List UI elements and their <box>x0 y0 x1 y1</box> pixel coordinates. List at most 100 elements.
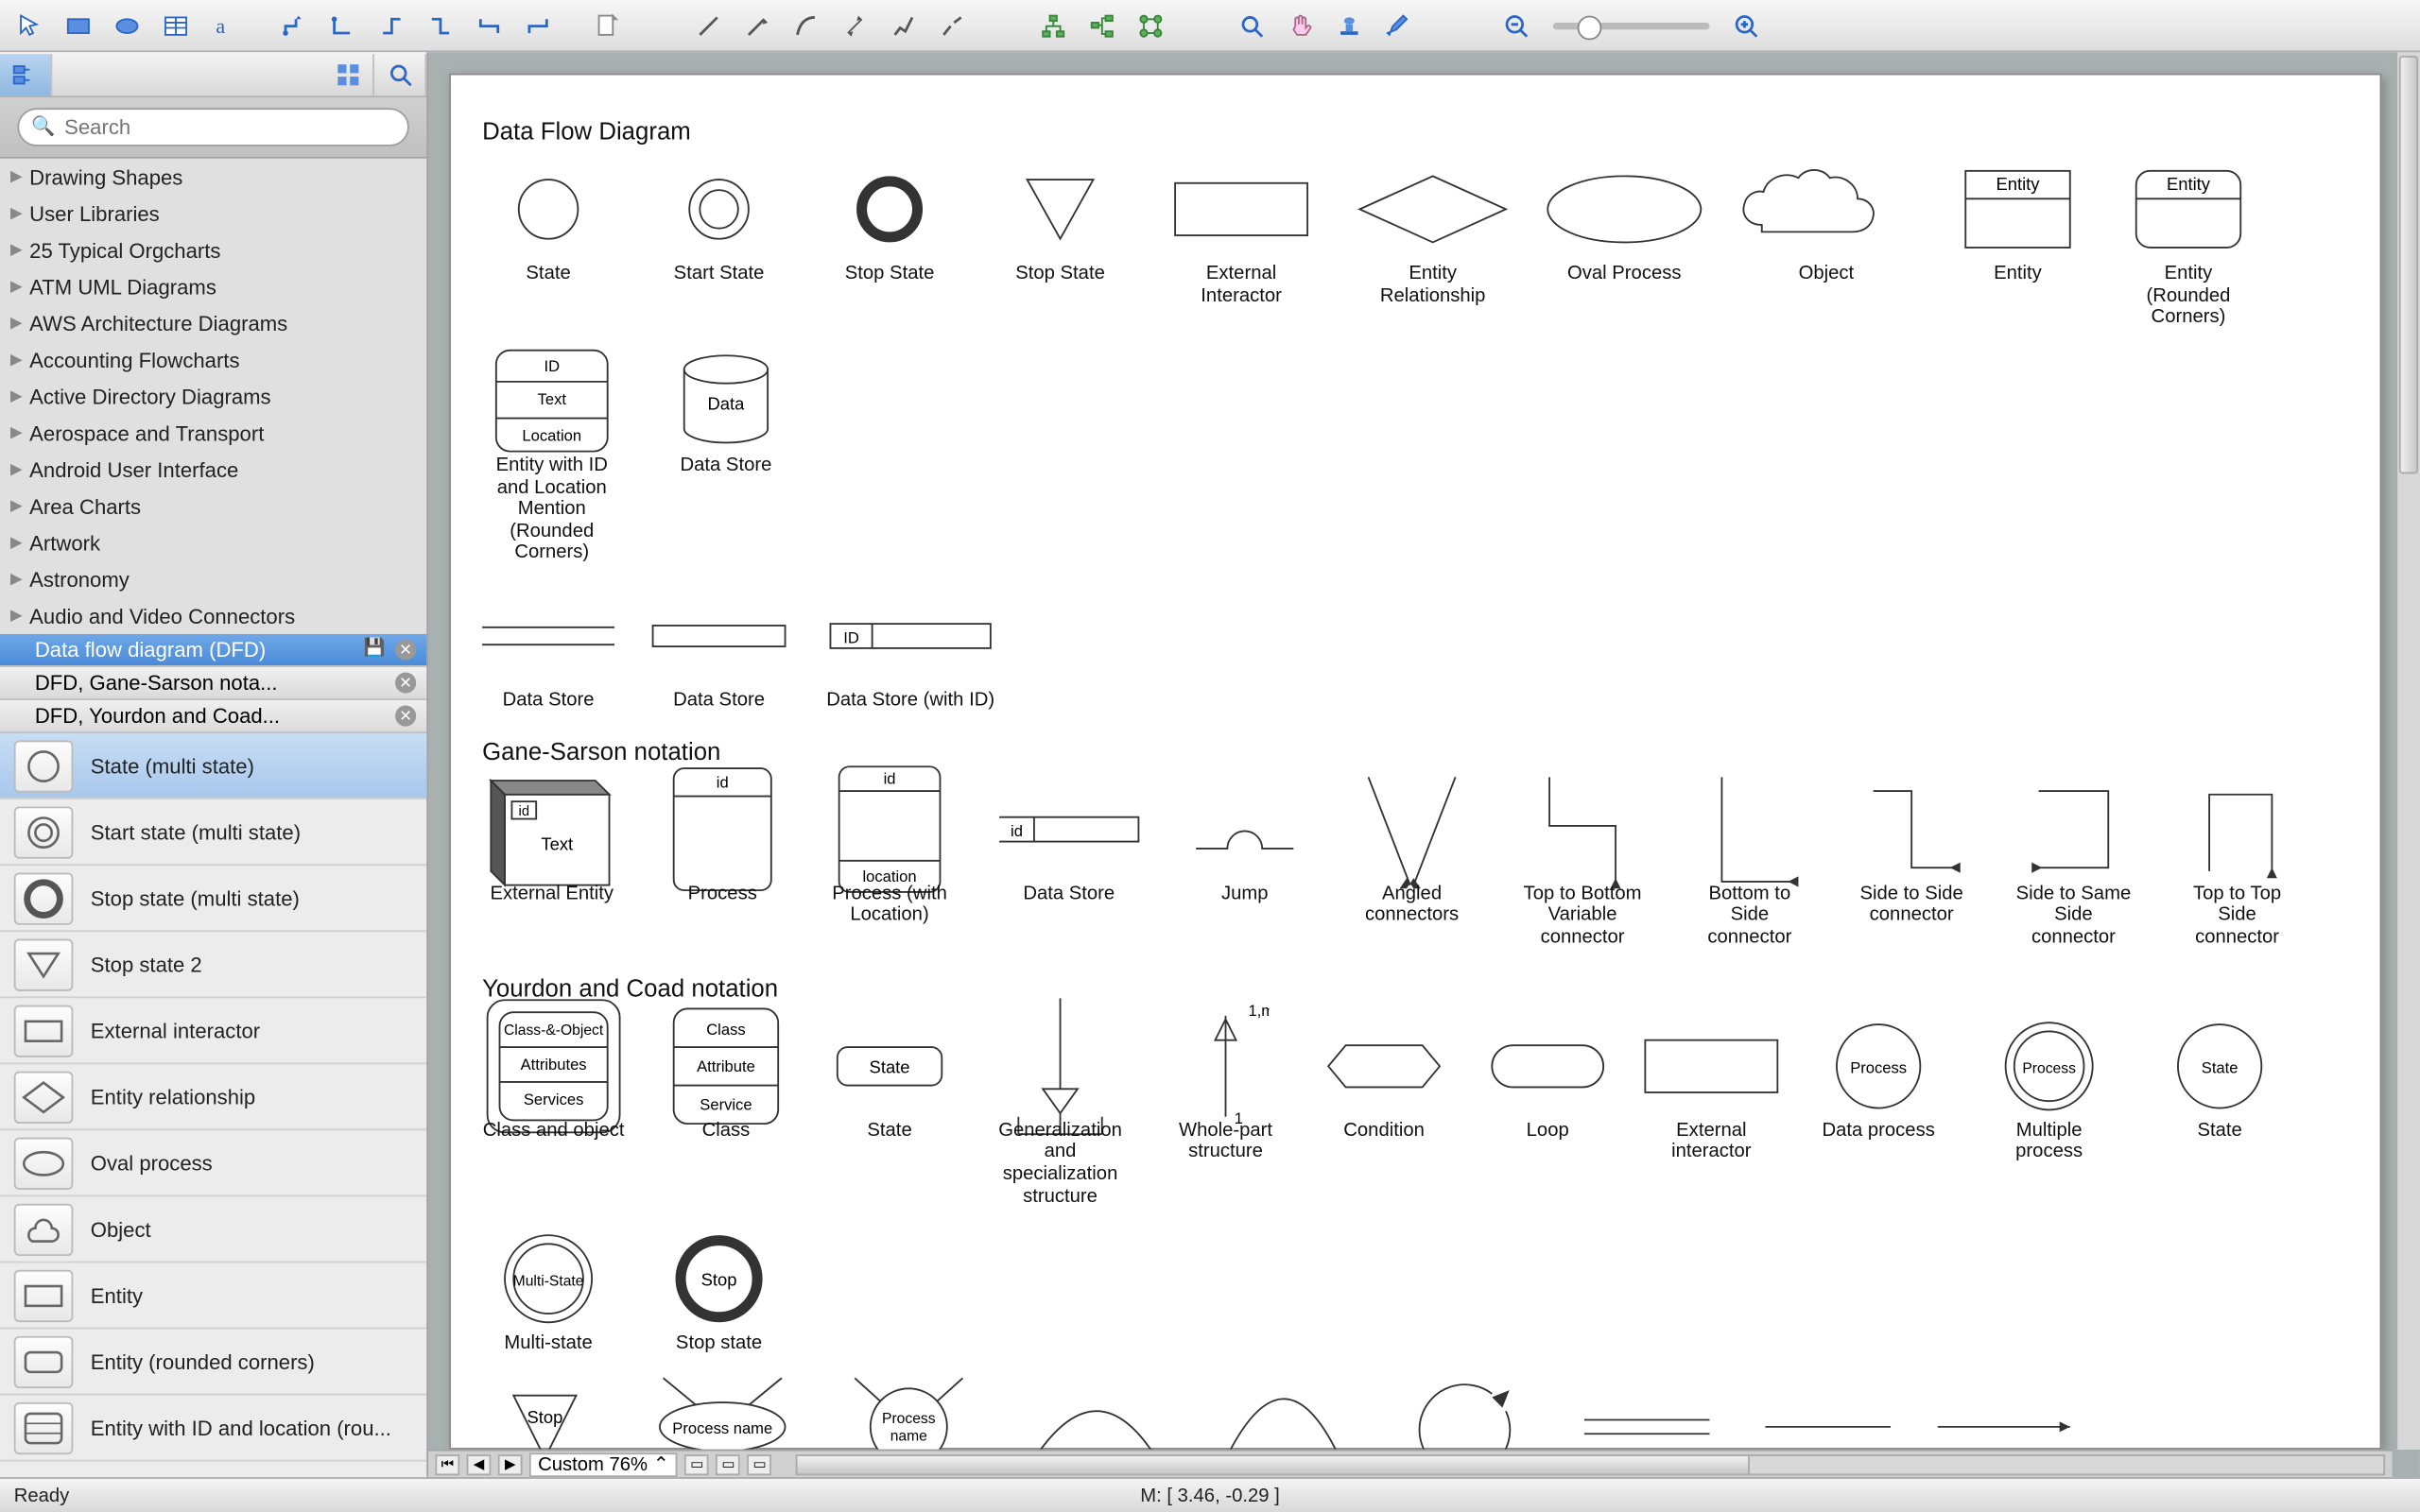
shape-cell[interactable]: idData Store <box>994 782 1144 949</box>
shape-cell[interactable]: Condition <box>1322 1019 1447 1208</box>
shape-cell[interactable]: idTextExternal Entity <box>482 782 621 949</box>
zoom-combo[interactable]: Custom 76% ⌃ <box>529 1452 678 1476</box>
tree-item[interactable]: ▶Artwork <box>0 524 426 561</box>
shape-cell[interactable]: Generalization and specialization struct… <box>991 1019 1130 1208</box>
tree-item[interactable]: ▶Astronomy <box>0 561 426 598</box>
shape-cell[interactable]: Start State <box>653 162 786 329</box>
shape-cell[interactable]: Object <box>1739 162 1913 329</box>
view-mode3-icon[interactable]: ▭ <box>748 1453 772 1474</box>
shape-cell[interactable]: ClassAttributeServiceClass <box>664 1019 789 1208</box>
shape-cell[interactable]: External interactor <box>1649 1019 1774 1208</box>
close-icon[interactable]: ✕ <box>395 639 416 660</box>
connector2-icon[interactable] <box>320 6 366 44</box>
shape-cell[interactable]: Multi-StateMulti-state <box>482 1232 614 1355</box>
shape-cell[interactable]: DataData Store <box>660 353 792 564</box>
view-mode1-icon[interactable]: ▭ <box>684 1453 709 1474</box>
shape-cell[interactable]: EntityEntity (Rounded Corners) <box>2122 162 2255 329</box>
library-tab[interactable]: DFD, Yourdon and Coad...✕ <box>0 700 426 733</box>
shape-list-item[interactable]: State (multi state) <box>0 733 426 799</box>
shape-cell[interactable]: StateState <box>2153 1019 2286 1208</box>
shape-cell[interactable]: Oval Process <box>1547 162 1701 329</box>
tree-item[interactable]: ▶Audio and Video Connectors <box>0 597 426 634</box>
shape-cell[interactable]: Stop State <box>994 162 1127 329</box>
shape-cell[interactable]: EntityEntity <box>1952 162 2084 329</box>
shape-cell[interactable]: Loop <box>1485 1019 1611 1208</box>
tree-item[interactable]: ▶Area Charts <box>0 488 426 524</box>
shape-list-item[interactable]: Entity (rounded corners) <box>0 1329 426 1395</box>
vertical-scrollbar[interactable] <box>2395 52 2420 1449</box>
connector5-icon[interactable] <box>467 6 512 44</box>
zoom-slider[interactable] <box>1553 22 1710 28</box>
pointer-tool-icon[interactable] <box>7 6 52 44</box>
shape-cell[interactable]: StateState <box>827 1019 953 1208</box>
panel-tab-libraries-icon[interactable] <box>0 53 52 94</box>
view-mode2-icon[interactable]: ▭ <box>716 1453 740 1474</box>
tree2-icon[interactable] <box>1080 6 1125 44</box>
shape-cell[interactable]: Stop State <box>823 162 956 329</box>
shape-list-item[interactable]: Entity relationship <box>0 1064 426 1130</box>
zigzag-line-icon[interactable] <box>881 6 926 44</box>
search-input[interactable] <box>17 108 408 146</box>
line-tool-icon[interactable] <box>686 6 732 44</box>
next-page-button[interactable]: ▶ <box>498 1453 523 1474</box>
tree-item[interactable]: ▶AWS Architecture Diagrams <box>0 305 426 342</box>
zoom-out-icon[interactable] <box>1494 6 1539 44</box>
curve-line-icon[interactable] <box>784 6 829 44</box>
break-line-icon[interactable] <box>929 6 975 44</box>
tree-item[interactable]: ▶ATM UML Diagrams <box>0 268 426 305</box>
shape-cell[interactable]: Class-&-ObjectAttributesServicesClass an… <box>482 1019 625 1208</box>
shape-list-item[interactable]: Object <box>0 1196 426 1263</box>
tree-item[interactable]: ▶25 Typical Orgcharts <box>0 232 426 268</box>
bidir-line-icon[interactable] <box>832 6 877 44</box>
shape-list-item[interactable]: Stop state 2 <box>0 932 426 998</box>
shape-cell[interactable]: Data Store <box>482 589 614 712</box>
connector6-icon[interactable] <box>515 6 561 44</box>
shape-cell[interactable]: 1,m1Whole-part structure <box>1168 1019 1284 1208</box>
shape-cell[interactable]: Entity Relationship <box>1357 162 1510 329</box>
close-icon[interactable]: ✕ <box>395 673 416 694</box>
tree-item[interactable]: ▶Android User Interface <box>0 451 426 488</box>
shape-cell[interactable]: Angled connectors <box>1346 782 1478 949</box>
shape-cell[interactable]: External Interactor <box>1165 162 1318 329</box>
library-tab[interactable]: DFD, Gane-Sarson nota...✕ <box>0 667 426 700</box>
shape-cell[interactable]: ProcessData process <box>1812 1019 1945 1208</box>
tree-item[interactable]: ▶Accounting Flowcharts <box>0 341 426 378</box>
save-icon[interactable]: 💾 <box>364 639 385 660</box>
tree-item[interactable]: ▶Aerospace and Transport <box>0 415 426 452</box>
canvas-area[interactable]: Data Flow Diagram StateStart StateStop S… <box>428 52 2420 1477</box>
prev-page-button[interactable]: ◀ <box>467 1453 492 1474</box>
connector3-icon[interactable] <box>369 6 414 44</box>
tree-item[interactable]: ▶Active Directory Diagrams <box>0 378 426 415</box>
library-tab[interactable]: Data flow diagram (DFD)💾✕ <box>0 634 426 667</box>
shape-cell[interactable]: Data Store <box>653 589 786 712</box>
connector4-icon[interactable] <box>418 6 463 44</box>
arrow-line-icon[interactable] <box>735 6 780 44</box>
shape-cell[interactable]: IDData Store (with ID) <box>823 589 997 712</box>
close-icon[interactable]: ✕ <box>395 706 416 727</box>
panel-tab-search-icon[interactable] <box>374 53 426 94</box>
shape-cell[interactable]: Side to Same Side connector <box>2011 782 2136 949</box>
pen-tool-icon[interactable] <box>1375 6 1421 44</box>
tree1-icon[interactable] <box>1030 6 1076 44</box>
shape-cell[interactable]: IDTextLocationEntity with ID and Locatio… <box>482 353 621 564</box>
tree3-icon[interactable] <box>1128 6 1173 44</box>
shape-list-item[interactable]: Oval process <box>0 1130 426 1196</box>
shape-cell[interactable]: State <box>482 162 614 329</box>
shape-cell[interactable]: Bottom to Side connector <box>1687 782 1813 949</box>
text-tool-icon[interactable]: a <box>202 6 248 44</box>
shape-list-item[interactable]: Entity with ID and location (rou... <box>0 1395 426 1461</box>
ellipse-tool-icon[interactable] <box>105 6 150 44</box>
tree-item[interactable]: ▶Drawing Shapes <box>0 159 426 196</box>
shape-list-item[interactable]: External interactor <box>0 998 426 1064</box>
zoom-in-icon[interactable] <box>1723 6 1769 44</box>
shape-cell[interactable]: ProcessMultiple process <box>1983 1019 2116 1208</box>
shape-list-item[interactable]: Start state (multi state) <box>0 799 426 866</box>
page-icon[interactable] <box>585 6 631 44</box>
shape-list-item[interactable]: Stop state (multi state) <box>0 866 426 932</box>
shape-cell[interactable]: Side to Side connector <box>1851 782 1973 949</box>
shape-list-item[interactable]: Entity <box>0 1263 426 1329</box>
shape-cell[interactable]: StopStop state <box>653 1232 786 1355</box>
panel-tab-grid-icon[interactable] <box>322 53 374 94</box>
zoom-region-icon[interactable] <box>1229 6 1274 44</box>
shape-cell[interactable]: idProcess <box>660 782 786 949</box>
